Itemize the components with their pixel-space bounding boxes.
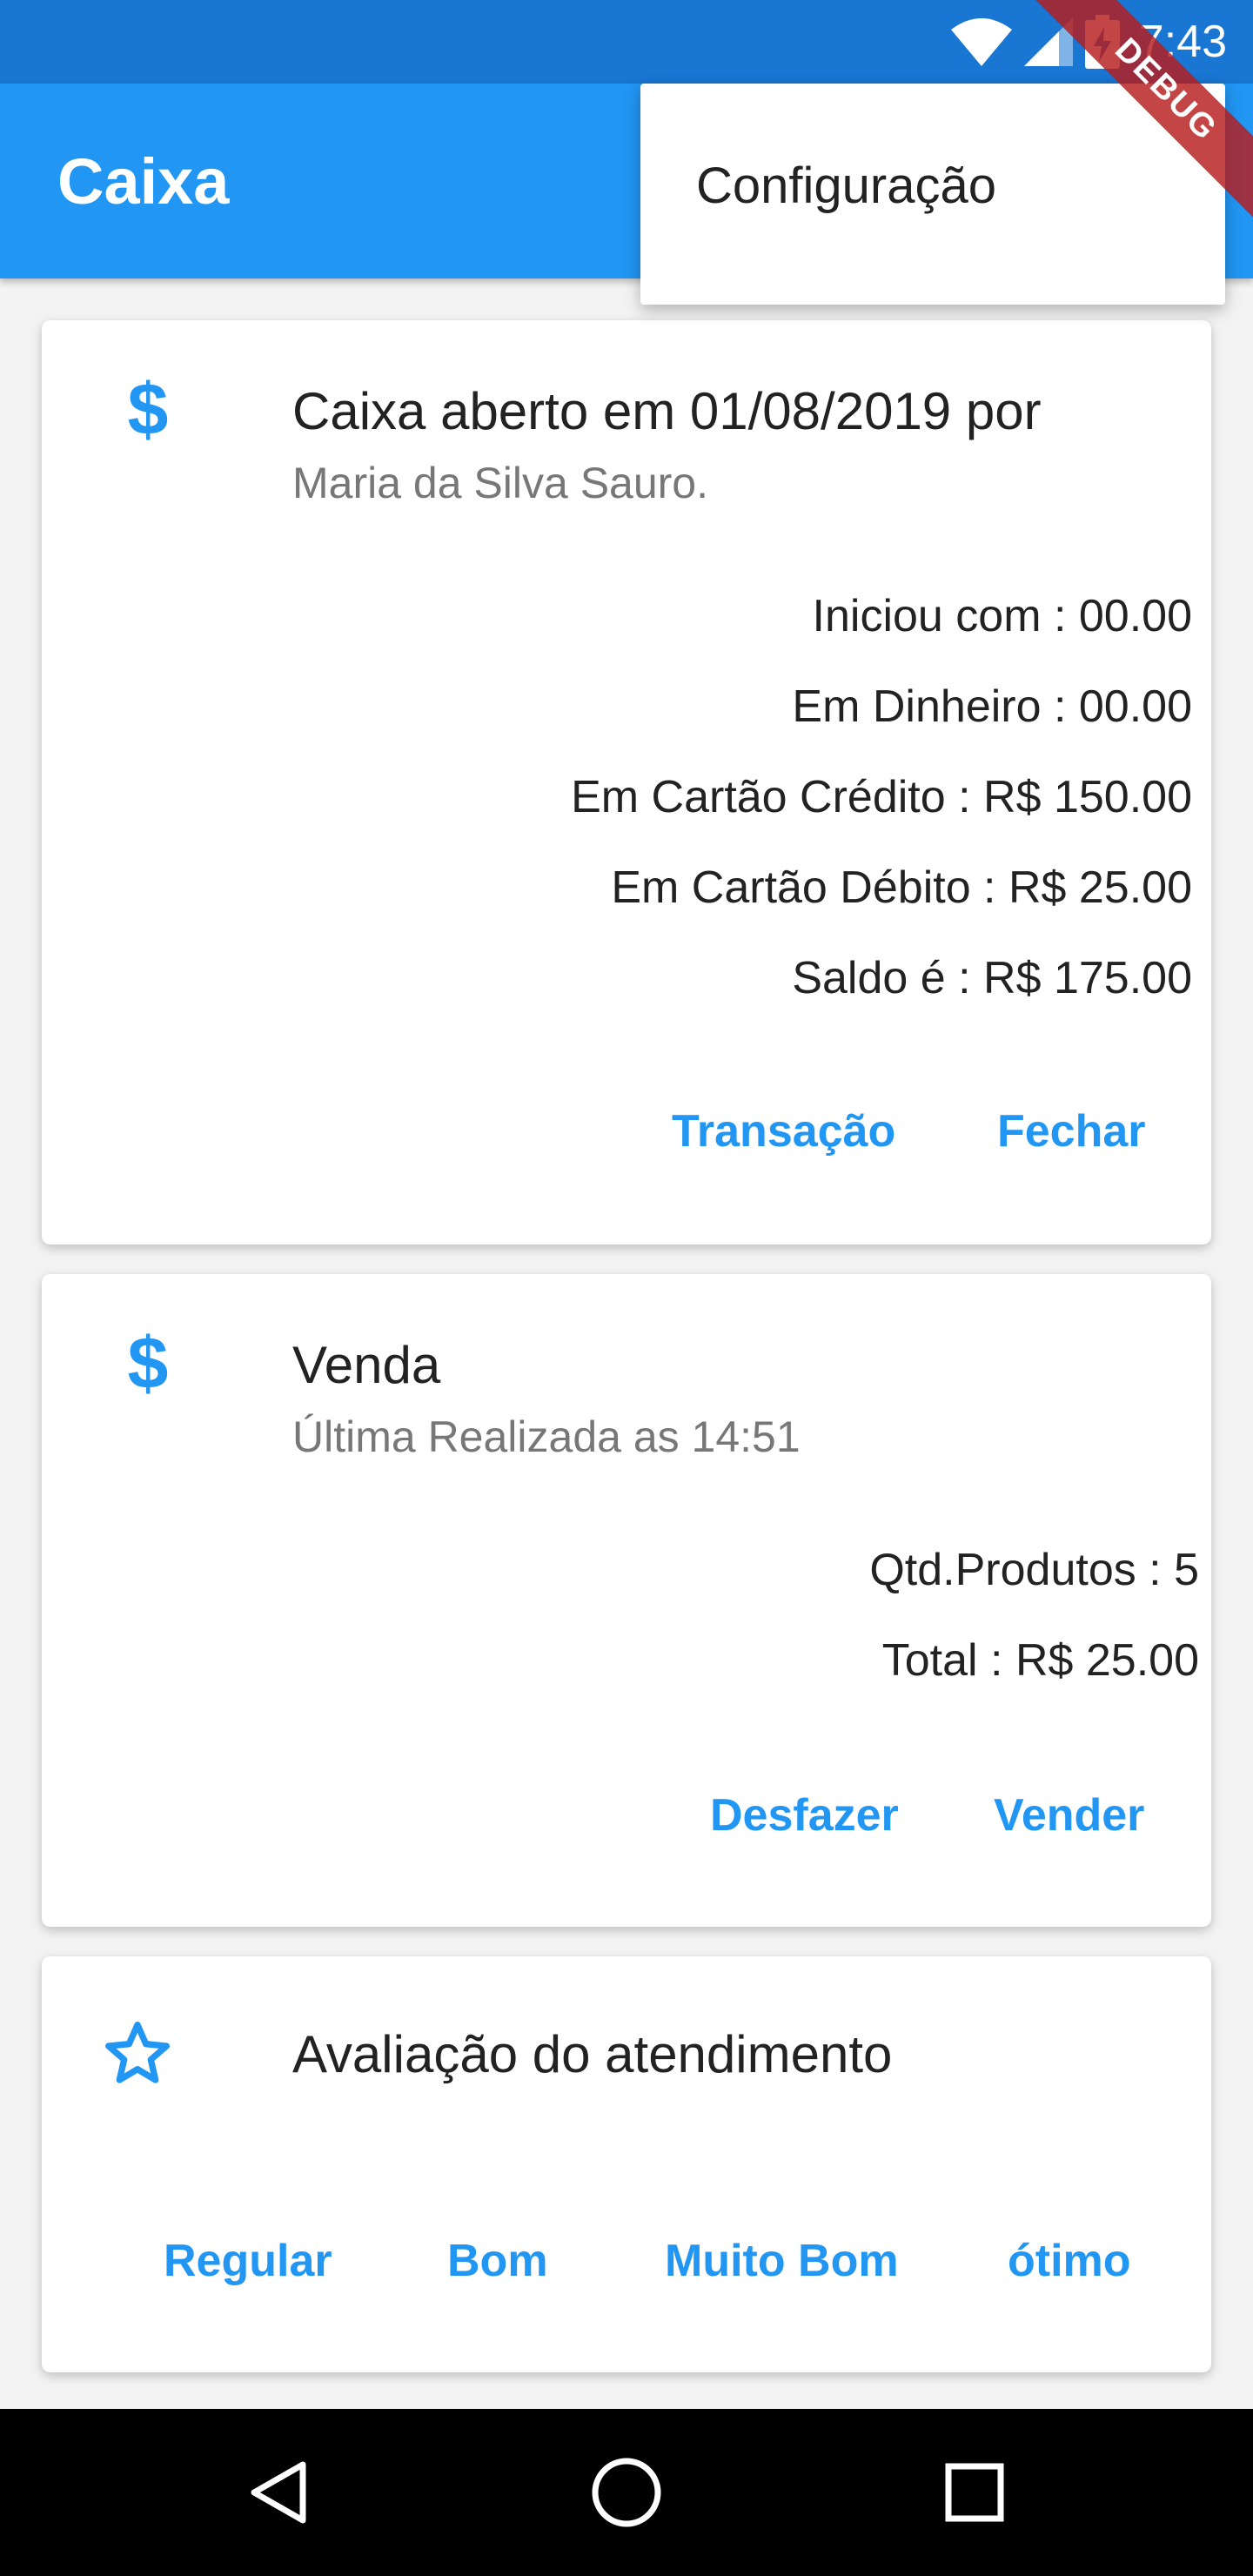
app-title: Caixa <box>57 145 230 218</box>
balance-total: Saldo é : R$ 175.00 <box>792 953 1192 1003</box>
overflow-menu: Configuração <box>640 84 1225 305</box>
card-title: Avaliação do atendimento <box>292 2025 893 2083</box>
dollar-icon: $ <box>127 1321 169 1404</box>
dollar-icon: $ <box>127 367 169 450</box>
star-icon <box>103 2019 172 2089</box>
starting-balance: Iniciou com : 00.00 <box>812 591 1192 641</box>
rating-otimo-button[interactable]: ótimo <box>1008 2235 1131 2287</box>
recents-icon[interactable] <box>928 2445 1022 2539</box>
navigation-bar <box>0 2409 1253 2576</box>
rating-regular-button[interactable]: Regular <box>164 2235 332 2287</box>
sale-card: $ Venda Última Realizada as 14:51 Qtd.Pr… <box>42 1274 1211 1927</box>
cash-amount: Em Dinheiro : 00.00 <box>792 681 1192 732</box>
balance-details: Iniciou com : 00.00 Em Dinheiro : 00.00 … <box>571 571 1192 1023</box>
menu-item-configuracao[interactable]: Configuração <box>696 157 996 215</box>
home-icon[interactable] <box>580 2445 673 2539</box>
debit-card-amount: Em Cartão Débito : R$ 25.00 <box>611 862 1192 913</box>
product-quantity: Qtd.Produtos : 5 <box>869 1545 1199 1595</box>
card-subtitle: Maria da Silva Sauro. <box>292 459 709 507</box>
close-register-button[interactable]: Fechar <box>997 1105 1146 1157</box>
rating-card: Avaliação do atendimento Regular Bom Mui… <box>42 1956 1211 2372</box>
card-title: Caixa aberto em 01/08/2019 por <box>292 382 1042 440</box>
rating-bom-button[interactable]: Bom <box>447 2235 548 2287</box>
card-subtitle: Última Realizada as 14:51 <box>292 1412 801 1461</box>
cash-register-card: $ Caixa aberto em 01/08/2019 por Maria d… <box>42 320 1211 1244</box>
sale-total: Total : R$ 25.00 <box>881 1635 1199 1686</box>
undo-button[interactable]: Desfazer <box>710 1789 899 1841</box>
sell-button[interactable]: Vender <box>994 1789 1144 1841</box>
sale-details: Qtd.Produtos : 5 Total : R$ 25.00 <box>869 1525 1199 1706</box>
credit-card-amount: Em Cartão Crédito : R$ 150.00 <box>571 772 1192 822</box>
card-title: Venda <box>292 1336 441 1394</box>
wifi-icon <box>950 18 1012 66</box>
transaction-button[interactable]: Transação <box>672 1105 895 1157</box>
back-icon[interactable] <box>233 2445 327 2539</box>
rating-muito-bom-button[interactable]: Muito Bom <box>665 2235 899 2287</box>
